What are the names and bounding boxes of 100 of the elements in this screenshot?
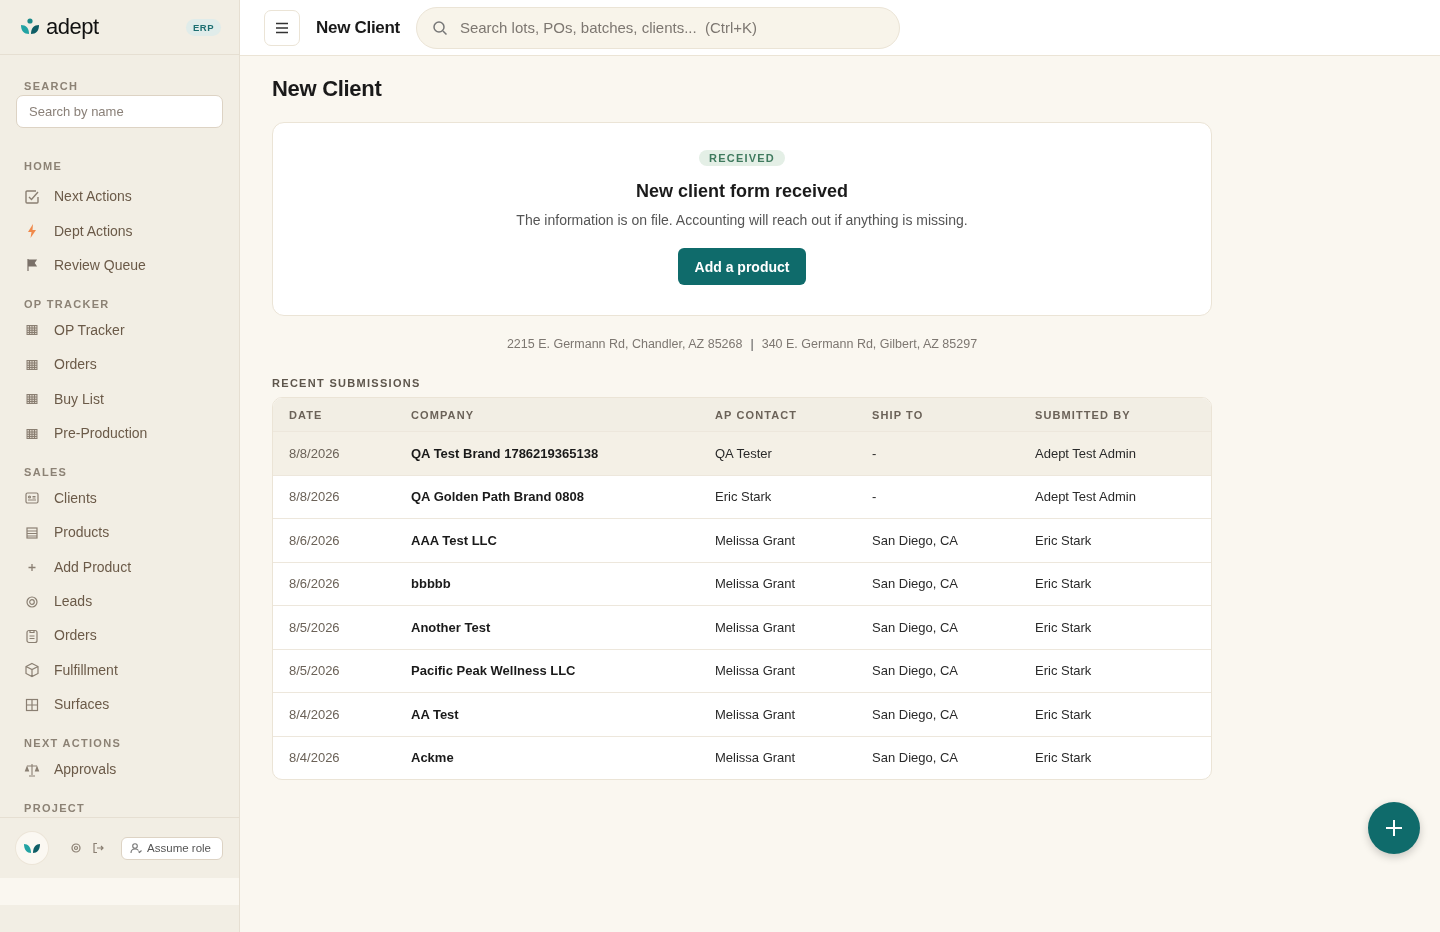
section-label: SALES (23, 465, 69, 480)
grid-icon (24, 696, 40, 713)
table-cell-text: San Diego, CA (872, 576, 959, 592)
table-cell-text: Eric Stark (1035, 532, 1093, 548)
user-check-icon (130, 842, 143, 854)
search-field[interactable]: Search by name (16, 95, 223, 128)
page-title: New Client (316, 17, 400, 38)
scales-icon (24, 761, 40, 778)
assume-role-button[interactable]: Assume role (121, 836, 223, 860)
nav-item[interactable]: Clients (16, 481, 223, 516)
nav-item[interactable]: Add Product (16, 550, 223, 585)
leaf-logo-icon (20, 18, 40, 36)
table-cell-text: AA Test (411, 706, 460, 722)
table-cell-text: 8/5/2026 (289, 663, 341, 679)
table-cell-text: - (872, 489, 878, 505)
column-header: COMPANY (411, 408, 476, 421)
table-cell-text: AAA Test LLC (411, 532, 498, 548)
table-cell-text: QA Golden Path Brand 0808 (411, 489, 585, 505)
section-label: PROJECT (23, 801, 87, 816)
add-product-button[interactable]: Add a product (677, 248, 807, 285)
card-message: The information is on file. Accounting will reach out if anything is missing. (516, 212, 968, 228)
card-heading: New client form received (635, 181, 849, 202)
nav-item[interactable]: Surfaces (16, 687, 223, 722)
nav-item[interactable]: Dept Actions (16, 213, 223, 249)
table-cell-text: Melissa Grant (715, 576, 797, 592)
table-cell-text: Melissa Grant (715, 619, 797, 635)
table-cell-text: 8/6/2026 (289, 576, 341, 592)
table-cell-text: Pacific Peak Wellness LLC (411, 663, 577, 679)
section-label: NEXT ACTIONS (23, 736, 123, 751)
table-cell-text: 8/4/2026 (289, 706, 341, 722)
table-cell-text: San Diego, CA (872, 619, 959, 635)
column-header: SHIP TO (872, 408, 925, 421)
nav-item[interactable]: Orders (16, 347, 223, 382)
section-label: SEARCH (23, 79, 80, 93)
nav-item[interactable]: Buy List (16, 381, 223, 417)
nav-item[interactable]: Review Queue (16, 248, 223, 283)
nav-item[interactable]: Leads (16, 584, 223, 619)
target-icon (24, 593, 40, 610)
table-cell-text: Eric Stark (1035, 663, 1093, 679)
table-row[interactable]: 8/6/2026 AAA Test LLC Melissa Grant San Diego, CA Eric Stark (273, 518, 1211, 562)
table-cell-text: - (872, 445, 878, 461)
nav-item[interactable]: Approvals (16, 752, 223, 787)
flag-icon (24, 257, 40, 274)
table-cell-text: Adept Test Admin (1035, 445, 1137, 461)
table-cell-text: Ackme (411, 750, 455, 766)
column-header: DATE (289, 408, 324, 421)
section-label: RECENT SUBMISSIONS (272, 377, 422, 389)
table-row[interactable]: 8/6/2026 bbbbb Melissa Grant San Diego, CA Eric Stark (273, 561, 1211, 605)
menu-button[interactable] (264, 9, 300, 46)
checkbox-icon (24, 188, 40, 205)
table-cell-text: Adept Test Admin (1035, 489, 1137, 505)
table-row[interactable]: 8/8/2026 QA Golden Path Brand 0808 Eric Stark - Adept Test Admin (273, 474, 1211, 518)
table-row[interactable]: 8/5/2026 Pacific Peak Wellness LLC Melissa Grant San Diego, CA Eric Stark (273, 648, 1211, 692)
table-row[interactable]: 8/4/2026 AA Test Melissa Grant San Diego, CA Eric Stark (273, 692, 1211, 736)
table-cell-text: 8/8/2026 (289, 445, 341, 461)
id-card-icon (24, 490, 40, 507)
table-cell-text: Eric Stark (1035, 706, 1093, 722)
table-cell-text: Eric Stark (1035, 576, 1093, 592)
table-cell-text: Another Test (411, 619, 492, 635)
nav-item[interactable]: Next Actions (16, 179, 223, 214)
address-text: 340 E. Germann Rd, Gilbert, AZ 85297 (761, 337, 978, 351)
nav-item[interactable]: Fulfillment (16, 653, 223, 688)
nav-item[interactable]: Orders (16, 618, 223, 654)
nav-item[interactable]: Pre-Production (16, 416, 223, 451)
plus-icon (1384, 818, 1404, 838)
table-cell-text: Melissa Grant (715, 532, 797, 548)
erp-badge: ERP (185, 18, 221, 36)
table-cell-text: QA Tester (715, 445, 773, 461)
search-field[interactable]: Search lots, POs, batches, clients... (Ctrl+K) (415, 6, 900, 49)
add-fab-button[interactable] (1368, 802, 1420, 854)
separator-text: | (750, 337, 754, 351)
table-cell-text: San Diego, CA (872, 663, 959, 679)
nav-item[interactable]: OP Tracker (16, 313, 223, 348)
nav-item[interactable]: Products (16, 515, 223, 550)
settings-icon[interactable] (70, 842, 82, 854)
address-text: 2215 E. Germann Rd, Chandler, AZ 85268 (506, 337, 743, 351)
table-cell-text: 8/5/2026 (289, 619, 341, 635)
table-cell-text: 8/4/2026 (289, 750, 341, 766)
column-header: SUBMITTED BY (1035, 408, 1132, 421)
table-cell-text: Eric Stark (1035, 750, 1093, 766)
page-heading: New Client (272, 76, 383, 102)
menu-icon (275, 21, 289, 34)
box-icon (24, 662, 40, 679)
avatar[interactable] (16, 832, 48, 864)
table-cell-text: San Diego, CA (872, 706, 959, 722)
table-cell-text: Eric Stark (715, 489, 773, 505)
table-cell-text: 8/6/2026 (289, 532, 341, 548)
table-row[interactable]: 8/4/2026 Ackme Melissa Grant San Diego, CA Eric Stark (273, 735, 1211, 779)
table-cell-text: Melissa Grant (715, 663, 797, 679)
section-label: OP TRACKER (23, 297, 111, 312)
logout-icon[interactable] (92, 842, 104, 854)
table-cell-text: Eric Stark (1035, 619, 1093, 635)
table-cell-text: San Diego, CA (872, 750, 959, 766)
table-cell-text: San Diego, CA (872, 532, 959, 548)
table-row[interactable]: 8/8/2026 QA Test Brand 1786219365138 QA Tester - Adept Test Admin (273, 431, 1211, 475)
status-badge: RECEIVED (699, 150, 785, 166)
table-cell-text: bbbbb (411, 576, 452, 592)
table-row[interactable]: 8/5/2026 Another Test Melissa Grant San Diego, CA Eric Stark (273, 605, 1211, 649)
table-cell-text: 8/8/2026 (289, 489, 341, 505)
clipboard-icon (24, 628, 40, 644)
